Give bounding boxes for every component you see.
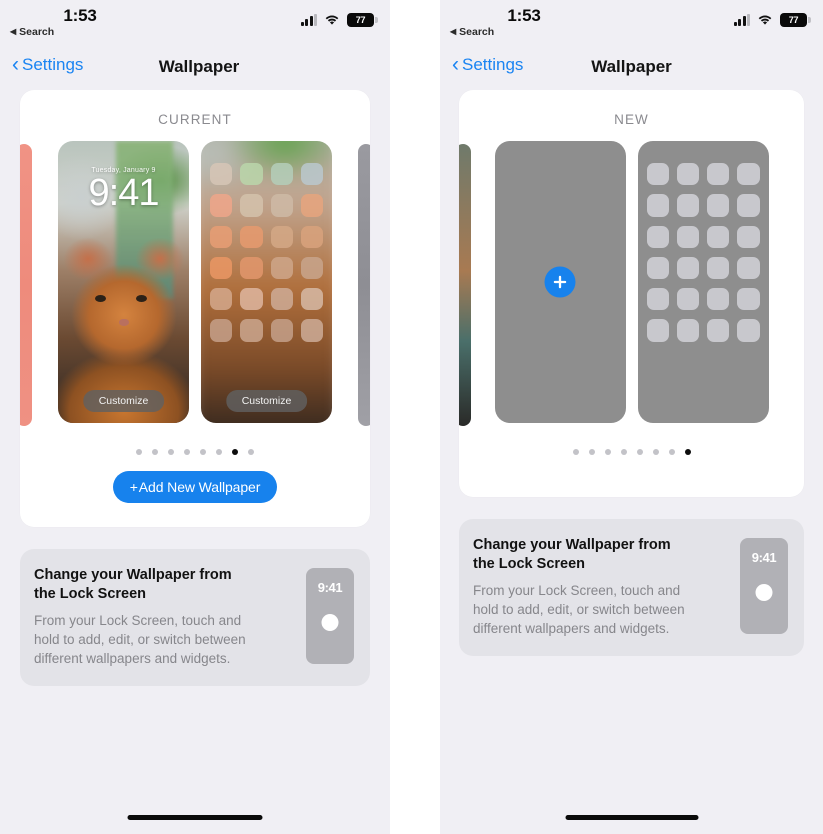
info-card-wrap-right: Change your Wallpaper from the Lock Scre…: [440, 497, 823, 657]
info-card: Change your Wallpaper from the Lock Scre…: [459, 519, 804, 657]
previous-wallpaper-sliver[interactable]: [20, 144, 32, 426]
left-screen: 1:53 ◀ Search 77 ‹ Settings Wallpaper CU…: [0, 0, 390, 834]
battery-icon: 77: [347, 13, 378, 27]
customize-lock-button[interactable]: Customize: [82, 390, 165, 412]
info-card-body: From your Lock Screen, touch and hold to…: [473, 582, 685, 636]
status-bar-left: 1:53 ◀ Search 77: [0, 0, 390, 46]
home-screen-icon-grid: [210, 163, 323, 342]
page-dot[interactable]: [200, 449, 206, 455]
add-wallpaper-row: + Add New Wallpaper: [20, 455, 370, 527]
info-card-text: Change your Wallpaper from the Lock Scre…: [473, 536, 728, 638]
wallpaper-carousel[interactable]: Tuesday, January 9 9:41 Customize Custom…: [20, 141, 370, 429]
home-screen-preview[interactable]: Customize: [201, 141, 332, 423]
lock-screen-preview[interactable]: Tuesday, January 9 9:41 Customize: [58, 141, 189, 423]
page-title: Wallpaper: [158, 57, 240, 76]
page-dot-active[interactable]: [232, 449, 238, 455]
plus-icon: +: [129, 479, 138, 495]
dual-screenshot-stage: 1:53 ◀ Search 77 ‹ Settings Wallpaper CU…: [0, 0, 823, 834]
card-bottom-spacer: [459, 455, 804, 497]
page-title: Wallpaper: [591, 57, 672, 76]
page-dot[interactable]: [588, 449, 595, 455]
info-card-text: Change your Wallpaper from the Lock Scre…: [34, 566, 294, 668]
page-dot[interactable]: [652, 449, 659, 455]
home-screen-icon-grid: [646, 163, 760, 342]
status-bar-back-to-search[interactable]: ◀ Search: [10, 26, 54, 38]
info-card: Change your Wallpaper from the Lock Scre…: [20, 549, 370, 687]
page-dot-active[interactable]: [684, 449, 691, 455]
page-dot[interactable]: [604, 449, 611, 455]
page-dot[interactable]: [216, 449, 222, 455]
page-dot[interactable]: [572, 449, 579, 455]
status-bar-time: 1:53: [63, 6, 97, 25]
previous-wallpaper-sliver[interactable]: [459, 144, 471, 426]
new-section-label: NEW: [614, 112, 649, 127]
current-card-wrap: CURRENT Tuesday, January 9 9:41 Customiz…: [0, 90, 390, 527]
new-lock-screen-placeholder[interactable]: [494, 141, 626, 423]
nav-bar-left: ‹ Settings Wallpaper: [0, 46, 390, 90]
current-wallpaper-card: CURRENT Tuesday, January 9 9:41 Customiz…: [20, 90, 370, 527]
page-dot[interactable]: [620, 449, 627, 455]
touch-dot-icon: [755, 584, 773, 601]
page-dot[interactable]: [152, 449, 158, 455]
new-card-wrap: NEW: [440, 90, 823, 497]
page-dot[interactable]: [668, 449, 675, 455]
nav-bar-right: ‹ Settings Wallpaper: [440, 46, 823, 90]
add-new-wallpaper-label: Add New Wallpaper: [138, 479, 261, 495]
page-dot[interactable]: [184, 449, 190, 455]
status-bar-back-to-search[interactable]: ◀ Search: [450, 26, 494, 38]
battery-icon: 77: [780, 13, 811, 27]
new-wallpaper-card: NEW: [459, 90, 804, 497]
add-new-wallpaper-button[interactable]: + Add New Wallpaper: [112, 471, 278, 503]
back-triangle-icon: ◀: [450, 27, 457, 36]
info-card-wrap-left: Change your Wallpaper from the Lock Scre…: [0, 527, 390, 687]
page-dot[interactable]: [636, 449, 643, 455]
carousel-page-dots-right[interactable]: [459, 429, 804, 455]
touch-dot-icon: [321, 614, 339, 631]
plus-circle-icon[interactable]: [544, 266, 576, 298]
right-screen: 1:53 ◀ Search 77 ‹ Settings Wallpaper NE…: [440, 0, 823, 834]
page-dot[interactable]: [248, 449, 254, 455]
battery-percent-label: 77: [355, 15, 366, 25]
wifi-icon: [757, 14, 773, 26]
back-triangle-icon: ◀: [10, 27, 17, 36]
next-wallpaper-sliver[interactable]: [358, 144, 370, 426]
info-card-body: From your Lock Screen, touch and hold to…: [34, 612, 246, 666]
status-bar-right: 1:53 ◀ Search 77: [440, 0, 823, 46]
status-bar-indicators: 77: [300, 13, 378, 27]
carousel-page-dots-left[interactable]: [20, 429, 370, 455]
customize-home-button[interactable]: Customize: [225, 390, 308, 412]
status-bar-back-label: Search: [19, 26, 55, 38]
info-card-phone-time: 9:41: [317, 580, 343, 595]
new-home-screen-placeholder[interactable]: [637, 141, 769, 423]
status-bar-indicators: 77: [733, 13, 811, 27]
home-indicator-right: [565, 815, 698, 820]
wallpaper-carousel[interactable]: [459, 141, 804, 429]
lock-screen-date: Tuesday, January 9: [91, 167, 156, 174]
status-bar-time: 1:53: [507, 6, 541, 25]
status-bar-back-label: Search: [459, 26, 495, 38]
page-dot[interactable]: [136, 449, 142, 455]
info-card-title: Change your Wallpaper from the Lock Scre…: [473, 537, 671, 572]
info-card-title: Change your Wallpaper from the Lock Scre…: [34, 567, 232, 602]
page-dot[interactable]: [168, 449, 174, 455]
lock-screen-datetime: Tuesday, January 9 9:41: [58, 167, 189, 214]
cellular-signal-icon: [300, 14, 317, 26]
wifi-icon: [324, 14, 340, 26]
info-card-phone-illustration: 9:41: [740, 538, 788, 634]
lock-screen-time: 9:41: [88, 172, 160, 214]
info-card-phone-illustration: 9:41: [306, 568, 354, 664]
current-section-label: CURRENT: [158, 112, 232, 127]
cellular-signal-icon: [733, 14, 750, 26]
home-indicator-left: [127, 815, 263, 820]
panel-divider: [390, 0, 440, 834]
info-card-phone-time: 9:41: [751, 550, 777, 565]
battery-percent-label: 77: [788, 15, 799, 25]
